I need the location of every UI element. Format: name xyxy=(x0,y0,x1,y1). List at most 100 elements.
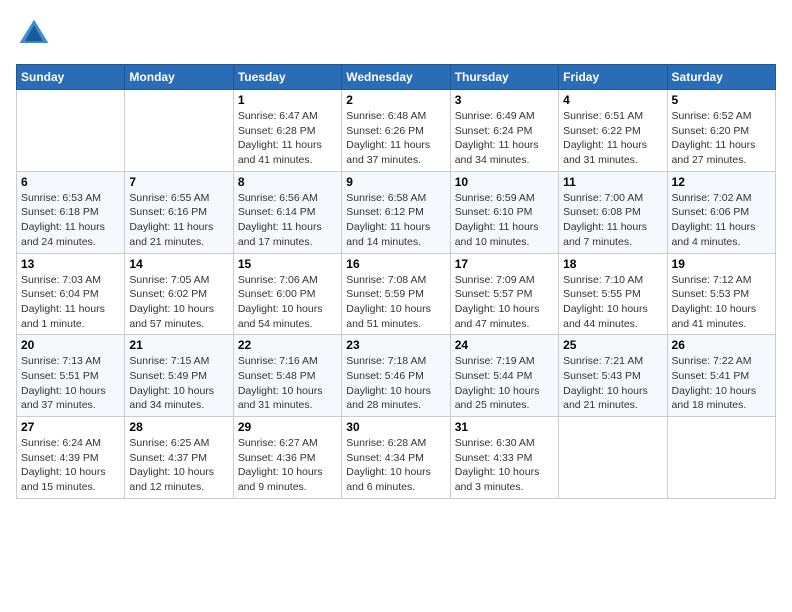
day-info: Sunrise: 6:47 AM Sunset: 6:28 PM Dayligh… xyxy=(238,109,337,168)
calendar-cell: 27 Sunrise: 6:24 AM Sunset: 4:39 PM Dayli… xyxy=(17,417,125,499)
day-number: 8 xyxy=(238,175,337,189)
day-number: 23 xyxy=(346,338,445,352)
day-number: 20 xyxy=(21,338,120,352)
calendar-header-monday: Monday xyxy=(125,65,233,90)
day-info: Sunrise: 6:49 AM Sunset: 6:24 PM Dayligh… xyxy=(455,109,554,168)
day-number: 15 xyxy=(238,257,337,271)
calendar-cell xyxy=(559,417,667,499)
day-number: 10 xyxy=(455,175,554,189)
calendar-header-saturday: Saturday xyxy=(667,65,775,90)
day-info: Sunrise: 6:30 AM Sunset: 4:33 PM Dayligh… xyxy=(455,436,554,495)
day-info: Sunrise: 6:55 AM Sunset: 6:16 PM Dayligh… xyxy=(129,191,228,250)
day-number: 3 xyxy=(455,93,554,107)
day-info: Sunrise: 7:15 AM Sunset: 5:49 PM Dayligh… xyxy=(129,354,228,413)
calendar-week-row: 6 Sunrise: 6:53 AM Sunset: 6:18 PM Daylig… xyxy=(17,171,776,253)
calendar-cell: 22 Sunrise: 7:16 AM Sunset: 5:48 PM Dayli… xyxy=(233,335,341,417)
day-info: Sunrise: 7:08 AM Sunset: 5:59 PM Dayligh… xyxy=(346,273,445,332)
day-number: 17 xyxy=(455,257,554,271)
day-info: Sunrise: 7:18 AM Sunset: 5:46 PM Dayligh… xyxy=(346,354,445,413)
calendar-cell: 8 Sunrise: 6:56 AM Sunset: 6:14 PM Daylig… xyxy=(233,171,341,253)
calendar-cell: 13Sunrise: 7:03 AM Sunset: 6:04 PM Dayli… xyxy=(17,253,125,335)
day-info: Sunrise: 6:59 AM Sunset: 6:10 PM Dayligh… xyxy=(455,191,554,250)
day-info: Sunrise: 7:12 AM Sunset: 5:53 PM Dayligh… xyxy=(672,273,771,332)
day-number: 4 xyxy=(563,93,662,107)
calendar-cell: 18Sunrise: 7:10 AM Sunset: 5:55 PM Dayli… xyxy=(559,253,667,335)
day-number: 7 xyxy=(129,175,228,189)
logo-icon xyxy=(16,16,52,52)
calendar-cell: 11 Sunrise: 7:00 AM Sunset: 6:08 PM Dayli… xyxy=(559,171,667,253)
day-info: Sunrise: 7:16 AM Sunset: 5:48 PM Dayligh… xyxy=(238,354,337,413)
calendar-cell xyxy=(125,90,233,172)
day-info: Sunrise: 7:21 AM Sunset: 5:43 PM Dayligh… xyxy=(563,354,662,413)
day-number: 27 xyxy=(21,420,120,434)
calendar-cell: 24 Sunrise: 7:19 AM Sunset: 5:44 PM Dayli… xyxy=(450,335,558,417)
day-number: 9 xyxy=(346,175,445,189)
day-info: Sunrise: 7:10 AM Sunset: 5:55 PM Dayligh… xyxy=(563,273,662,332)
day-number: 11 xyxy=(563,175,662,189)
calendar-cell: 16 Sunrise: 7:08 AM Sunset: 5:59 PM Dayli… xyxy=(342,253,450,335)
day-number: 6 xyxy=(21,175,120,189)
day-info: Sunrise: 7:02 AM Sunset: 6:06 PM Dayligh… xyxy=(672,191,771,250)
calendar-header-friday: Friday xyxy=(559,65,667,90)
calendar-cell: 29 Sunrise: 6:27 AM Sunset: 4:36 PM Dayli… xyxy=(233,417,341,499)
day-number: 28 xyxy=(129,420,228,434)
calendar-week-row: 20 Sunrise: 7:13 AM Sunset: 5:51 PM Dayli… xyxy=(17,335,776,417)
calendar-cell: 5 Sunrise: 6:52 AM Sunset: 6:20 PM Daylig… xyxy=(667,90,775,172)
day-info: Sunrise: 6:48 AM Sunset: 6:26 PM Dayligh… xyxy=(346,109,445,168)
calendar-week-row: 27 Sunrise: 6:24 AM Sunset: 4:39 PM Dayli… xyxy=(17,417,776,499)
day-number: 24 xyxy=(455,338,554,352)
day-info: Sunrise: 7:09 AM Sunset: 5:57 PM Dayligh… xyxy=(455,273,554,332)
day-number: 30 xyxy=(346,420,445,434)
calendar-cell: 20 Sunrise: 7:13 AM Sunset: 5:51 PM Dayli… xyxy=(17,335,125,417)
day-number: 22 xyxy=(238,338,337,352)
day-info: Sunrise: 7:00 AM Sunset: 6:08 PM Dayligh… xyxy=(563,191,662,250)
day-number: 31 xyxy=(455,420,554,434)
calendar-header-sunday: Sunday xyxy=(17,65,125,90)
day-number: 5 xyxy=(672,93,771,107)
calendar-header-tuesday: Tuesday xyxy=(233,65,341,90)
day-number: 29 xyxy=(238,420,337,434)
calendar-cell: 6 Sunrise: 6:53 AM Sunset: 6:18 PM Daylig… xyxy=(17,171,125,253)
calendar-cell: 14 Sunrise: 7:05 AM Sunset: 6:02 PM Dayli… xyxy=(125,253,233,335)
day-info: Sunrise: 7:13 AM Sunset: 5:51 PM Dayligh… xyxy=(21,354,120,413)
day-info: Sunrise: 7:05 AM Sunset: 6:02 PM Dayligh… xyxy=(129,273,228,332)
day-info: Sunrise: 7:03 AM Sunset: 6:04 PM Dayligh… xyxy=(21,273,120,332)
calendar-week-row: 13Sunrise: 7:03 AM Sunset: 6:04 PM Dayli… xyxy=(17,253,776,335)
day-info: Sunrise: 6:52 AM Sunset: 6:20 PM Dayligh… xyxy=(672,109,771,168)
calendar-cell: 25Sunrise: 7:21 AM Sunset: 5:43 PM Dayli… xyxy=(559,335,667,417)
day-info: Sunrise: 6:53 AM Sunset: 6:18 PM Dayligh… xyxy=(21,191,120,250)
calendar-cell: 1Sunrise: 6:47 AM Sunset: 6:28 PM Daylig… xyxy=(233,90,341,172)
calendar-cell: 9Sunrise: 6:58 AM Sunset: 6:12 PM Daylig… xyxy=(342,171,450,253)
calendar-cell: 28 Sunrise: 6:25 AM Sunset: 4:37 PM Dayli… xyxy=(125,417,233,499)
day-info: Sunrise: 7:19 AM Sunset: 5:44 PM Dayligh… xyxy=(455,354,554,413)
calendar-cell: 4 Sunrise: 6:51 AM Sunset: 6:22 PM Daylig… xyxy=(559,90,667,172)
day-info: Sunrise: 6:25 AM Sunset: 4:37 PM Dayligh… xyxy=(129,436,228,495)
calendar-header-wednesday: Wednesday xyxy=(342,65,450,90)
day-number: 14 xyxy=(129,257,228,271)
calendar-cell: 7 Sunrise: 6:55 AM Sunset: 6:16 PM Daylig… xyxy=(125,171,233,253)
calendar-cell: 21 Sunrise: 7:15 AM Sunset: 5:49 PM Dayli… xyxy=(125,335,233,417)
calendar-cell: 17 Sunrise: 7:09 AM Sunset: 5:57 PM Dayli… xyxy=(450,253,558,335)
calendar-cell: 2 Sunrise: 6:48 AM Sunset: 6:26 PM Daylig… xyxy=(342,90,450,172)
day-info: Sunrise: 6:24 AM Sunset: 4:39 PM Dayligh… xyxy=(21,436,120,495)
day-info: Sunrise: 6:56 AM Sunset: 6:14 PM Dayligh… xyxy=(238,191,337,250)
calendar-week-row: 1Sunrise: 6:47 AM Sunset: 6:28 PM Daylig… xyxy=(17,90,776,172)
day-info: Sunrise: 6:28 AM Sunset: 4:34 PM Dayligh… xyxy=(346,436,445,495)
day-info: Sunrise: 6:27 AM Sunset: 4:36 PM Dayligh… xyxy=(238,436,337,495)
day-info: Sunrise: 7:06 AM Sunset: 6:00 PM Dayligh… xyxy=(238,273,337,332)
calendar-cell: 10 Sunrise: 6:59 AM Sunset: 6:10 PM Dayli… xyxy=(450,171,558,253)
calendar-cell: 12 Sunrise: 7:02 AM Sunset: 6:06 PM Dayli… xyxy=(667,171,775,253)
calendar-cell: 26Sunrise: 7:22 AM Sunset: 5:41 PM Dayli… xyxy=(667,335,775,417)
day-info: Sunrise: 6:51 AM Sunset: 6:22 PM Dayligh… xyxy=(563,109,662,168)
day-number: 12 xyxy=(672,175,771,189)
day-number: 16 xyxy=(346,257,445,271)
calendar-cell: 31 Sunrise: 6:30 AM Sunset: 4:33 PM Dayli… xyxy=(450,417,558,499)
calendar-cell xyxy=(667,417,775,499)
day-number: 19 xyxy=(672,257,771,271)
page-header xyxy=(16,16,776,52)
calendar-cell: 3 Sunrise: 6:49 AM Sunset: 6:24 PM Daylig… xyxy=(450,90,558,172)
day-number: 21 xyxy=(129,338,228,352)
calendar-cell: 30 Sunrise: 6:28 AM Sunset: 4:34 PM Dayli… xyxy=(342,417,450,499)
day-number: 2 xyxy=(346,93,445,107)
day-info: Sunrise: 7:22 AM Sunset: 5:41 PM Dayligh… xyxy=(672,354,771,413)
